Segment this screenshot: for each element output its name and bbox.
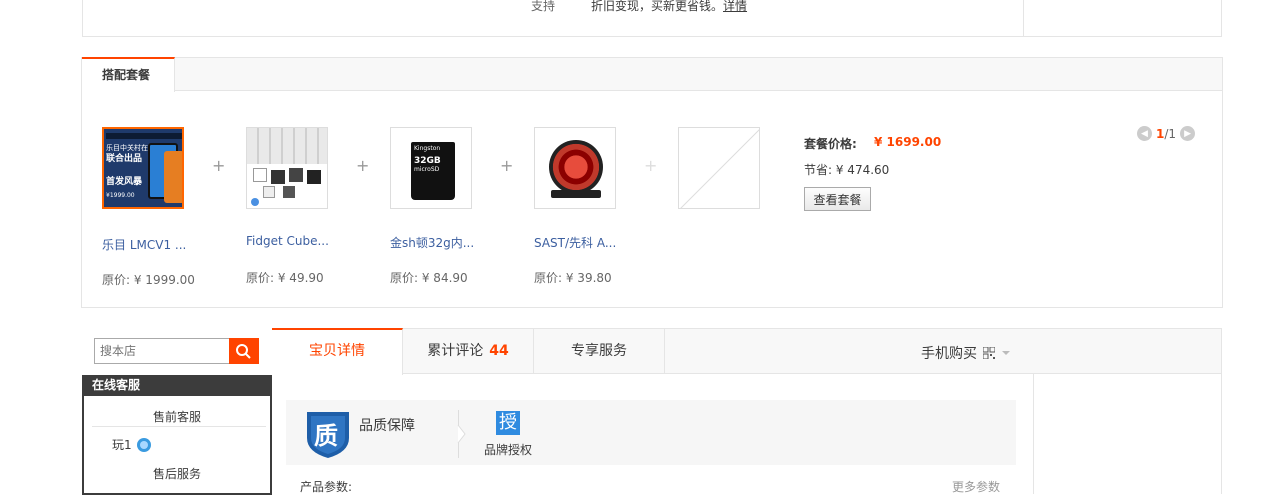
bundle-item-price: 原价: ¥ 39.80	[534, 271, 612, 285]
fidget-cube-thumbnail[interactable]	[246, 127, 328, 209]
plus-icon: +	[500, 156, 514, 175]
bundle-item-price: 原价: ¥ 1999.00	[102, 273, 195, 287]
quality-assurance: 质 品质保障 授 品牌授权	[286, 400, 1016, 465]
cube-shape	[307, 170, 321, 184]
plus-icon: +	[644, 156, 658, 175]
trade-in-divider	[1023, 0, 1024, 36]
brand-authorization-label: 品牌授权	[484, 443, 533, 457]
bundle-item-price: 原价: ¥ 49.90	[246, 271, 324, 285]
bundle-item[interactable]: Fidget Cube... 原价: ¥ 49.90	[246, 127, 366, 285]
aftersale-label: 售后服务	[152, 467, 201, 481]
cube-shape	[271, 170, 285, 184]
cube-shape	[263, 186, 275, 198]
chevron-right-icon[interactable]: ▶	[1180, 126, 1196, 141]
chevron-left-icon[interactable]: ◀	[1137, 126, 1152, 141]
pager-text: 1/1	[1156, 127, 1176, 141]
pager-total: /1	[1164, 126, 1177, 141]
tab-reviews[interactable]: 累计评论 44	[403, 328, 534, 374]
trade-in-text: 折旧变现，买新更省钱。	[591, 0, 724, 13]
shop-search-button[interactable]	[229, 338, 259, 364]
bundle-item-name[interactable]: 金sh顿32g内...	[390, 234, 474, 251]
speaker-thumbnail[interactable]	[534, 127, 616, 209]
view-package-button[interactable]: 查看套餐	[804, 187, 871, 211]
thumb-line: 32GB	[414, 156, 441, 166]
cube-shape	[283, 186, 295, 198]
shop-search-input[interactable]	[94, 338, 230, 364]
cs-divider	[92, 426, 266, 427]
trade-in-row: 支持 折旧变现，买新更省钱。详情	[82, 0, 1222, 37]
tab-bundle[interactable]: 搭配套餐	[82, 57, 175, 92]
qr-code-icon	[983, 347, 995, 359]
chevron-right-icon	[457, 424, 466, 444]
bundle-header	[82, 58, 1222, 91]
bundle-empty-slot	[678, 127, 798, 209]
empty-thumbnail	[678, 127, 760, 209]
bundle-item-name[interactable]: 乐目 LMCV1 ...	[102, 236, 186, 253]
mobile-buy[interactable]: 手机购买	[921, 343, 1011, 363]
cs-agent[interactable]: 玩1	[112, 436, 152, 453]
speaker-base-shape	[551, 190, 601, 198]
quality-title: 品质保障	[359, 418, 415, 434]
plus-icon: +	[212, 156, 226, 175]
tab-exclusive-service[interactable]: 专享服务	[534, 328, 665, 374]
trade-in-support-label: 支持	[531, 0, 556, 13]
quality-badge-char: 质	[314, 422, 338, 450]
memory-card-thumbnail[interactable]: Kingston 32GB microSD	[390, 127, 472, 209]
chat-bubble-icon[interactable]	[136, 437, 152, 453]
presale-label: 售前客服	[152, 410, 201, 424]
speaker-shape	[549, 140, 603, 194]
bundle-item-name[interactable]: SAST/先科 A...	[534, 234, 616, 251]
thumb-line: microSD	[414, 166, 440, 173]
thumb-line: Kingston	[414, 145, 441, 152]
phone-back-shape	[164, 151, 182, 203]
bundle-pager: ◀ 1/1 ▶	[1137, 126, 1196, 141]
product-params-label: 产品参数:	[300, 480, 353, 494]
logo-icon	[251, 198, 259, 206]
bundle-item[interactable]: 乐目中关村在线 联合出品 首发风暴 ¥1999.00 乐目 LMCV1 ... …	[102, 127, 222, 287]
tab-product-details[interactable]: 宝贝详情	[272, 328, 403, 375]
thumb-boxes-shape	[247, 128, 327, 164]
trade-in-details-link[interactable]: 详情	[723, 0, 747, 13]
package-price-label: 套餐价格:	[804, 137, 857, 151]
bundle-item[interactable]: SAST/先科 A... 原价: ¥ 39.80	[534, 127, 654, 285]
package-price: ¥ 1699.00	[874, 135, 942, 149]
chevron-down-icon[interactable]	[1001, 348, 1011, 358]
brand-authorization-icon: 授	[496, 411, 520, 435]
bundle-package: 搭配套餐 乐目中关村在线 联合出品 首发风暴 ¥1999.00 乐目 LMCV1…	[81, 57, 1223, 308]
bundle-item-price: 原价: ¥ 84.90	[390, 271, 468, 285]
right-column	[1033, 374, 1222, 494]
customer-service-title: 在线客服	[82, 375, 272, 396]
cube-shape	[289, 168, 303, 182]
empty-slot-icon	[680, 129, 759, 208]
bundle-item[interactable]: Kingston 32GB microSD 金sh顿32g内... 原价: ¥ …	[390, 127, 510, 285]
thumb-topbar	[106, 133, 182, 139]
bundle-item-name[interactable]: Fidget Cube...	[246, 234, 329, 248]
phone-thumbnail[interactable]: 乐目中关村在线 联合出品 首发风暴 ¥1999.00	[102, 127, 184, 209]
plus-icon: +	[356, 156, 370, 175]
more-params-link[interactable]: 更多参数	[952, 478, 1000, 495]
detail-tab-bar: 宝贝详情 累计评论 44 专享服务 手机购买	[272, 328, 1222, 375]
tab-reviews-label: 累计评论	[427, 343, 484, 359]
search-icon	[236, 344, 251, 359]
package-savings: 节省: ¥ 474.60	[804, 163, 890, 177]
cube-shape	[253, 168, 267, 182]
sd-card-shape: Kingston 32GB microSD	[411, 142, 455, 200]
trade-in-description: 折旧变现，买新更省钱。详情	[591, 0, 747, 14]
reviews-count: 44	[489, 343, 509, 359]
mobile-buy-label[interactable]: 手机购买	[921, 343, 977, 363]
cs-agent-name[interactable]: 玩1	[112, 436, 132, 453]
